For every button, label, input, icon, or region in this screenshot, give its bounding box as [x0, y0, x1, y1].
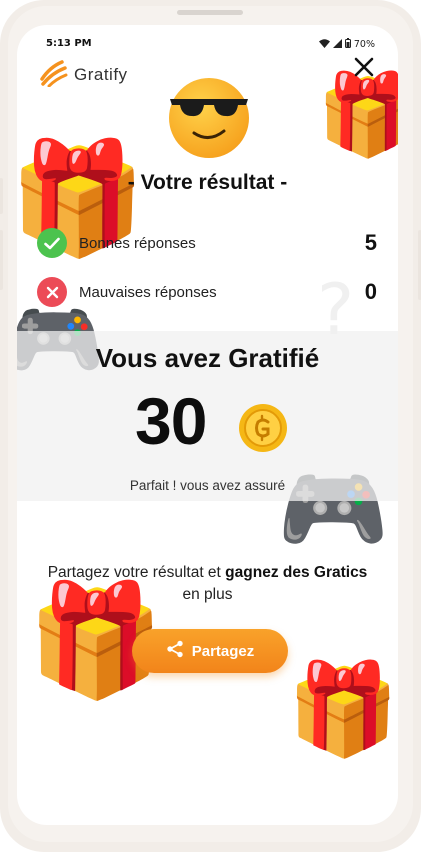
- share-button-label: Partagez: [191, 642, 255, 660]
- gratified-title: Vous avez Gratifié: [95, 343, 320, 373]
- app-logo: Gratify: [38, 59, 128, 91]
- share-prompt-highlight: gagnez des Gratics: [225, 564, 368, 581]
- correct-answers-row: Bonnes réponses 5: [37, 227, 377, 259]
- result-message: Parfait ! vous avez assuré: [129, 478, 286, 493]
- gift-background-icon: 🎁: [287, 657, 398, 762]
- result-title: - Votre résultat -: [127, 171, 288, 194]
- status-icons: 70%: [318, 38, 375, 51]
- wrong-answers-label: Mauvaises réponses: [79, 283, 217, 301]
- check-icon: [37, 228, 67, 258]
- volume-button: [0, 178, 3, 214]
- speaker-grille: [177, 10, 243, 15]
- battery-icon: [344, 38, 351, 51]
- battery-level: 70%: [353, 39, 375, 50]
- share-prompt-prefix: Partagez votre résultat et: [47, 564, 221, 581]
- cool-emoji-icon: [168, 77, 250, 159]
- gratics-coin-icon: [238, 403, 288, 453]
- signal-icon: [332, 38, 342, 51]
- points-value: 30: [135, 384, 207, 458]
- gift-background-icon: 🎁: [317, 68, 398, 161]
- wrong-answers-count: 0: [364, 279, 377, 304]
- cross-icon: [37, 277, 67, 307]
- share-prompt: Partagez votre résultat et gagnez des Gr…: [37, 562, 378, 606]
- share-icon: [166, 640, 184, 662]
- volume-button: [0, 230, 3, 290]
- claw-logo-icon: [38, 59, 68, 91]
- status-time: 5:13 PM: [46, 38, 92, 49]
- wrong-answers-row: Mauvaises réponses 0: [37, 276, 377, 308]
- close-button[interactable]: [354, 55, 374, 83]
- status-bar: 5:13 PM 70%: [17, 25, 398, 63]
- correct-answers-label: Bonnes réponses: [79, 234, 196, 252]
- close-icon: [354, 57, 374, 77]
- app-screen: 🎁 🎁 🎮 ? 🎮 🎁 🎁 5:13 PM 70% G: [17, 25, 398, 825]
- share-prompt-suffix: en plus: [182, 586, 233, 603]
- wifi-icon: [318, 38, 330, 51]
- correct-answers-count: 5: [364, 230, 377, 255]
- app-name: Gratify: [74, 65, 128, 84]
- share-button[interactable]: Partagez: [132, 629, 288, 673]
